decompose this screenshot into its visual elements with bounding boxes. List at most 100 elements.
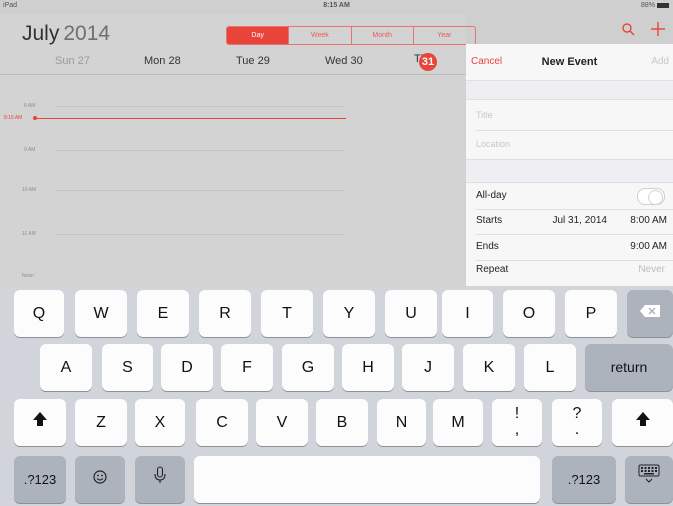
tab-week[interactable]: Week: [288, 27, 350, 44]
dictation-key[interactable]: [135, 456, 185, 503]
section-gap: [466, 81, 673, 99]
tab-day[interactable]: Day: [227, 27, 289, 44]
current-time-line: [36, 118, 346, 119]
new-event-popover: Cancel New Event Add Title Location All-…: [466, 44, 673, 286]
keyboard-hide-icon: [638, 456, 660, 503]
hide-keyboard-key[interactable]: [625, 456, 673, 503]
key-g[interactable]: G: [282, 344, 334, 391]
new-event-title: New Event: [541, 56, 598, 68]
key-l[interactable]: L: [524, 344, 576, 391]
day-mon[interactable]: Mon 28: [144, 55, 181, 67]
tab-month[interactable]: Month: [350, 27, 413, 44]
key-h[interactable]: H: [342, 344, 394, 391]
shift-key-right[interactable]: [612, 399, 673, 446]
add-button[interactable]: Add: [651, 56, 669, 67]
shift-icon: [32, 399, 48, 446]
key-e[interactable]: E: [137, 290, 189, 337]
plus-icon[interactable]: [651, 22, 665, 40]
allday-toggle[interactable]: [637, 188, 665, 205]
numbers-key-right[interactable]: .?123: [552, 456, 616, 503]
key-d[interactable]: D: [161, 344, 213, 391]
key-f[interactable]: F: [221, 344, 273, 391]
emoji-key[interactable]: [75, 456, 125, 503]
toggle-knob: [648, 190, 663, 205]
starts-label: Starts: [476, 215, 503, 226]
hour-label: 9 AM: [24, 147, 36, 153]
tab-year[interactable]: Year: [412, 27, 475, 44]
key-w[interactable]: W: [75, 290, 127, 337]
key-q[interactable]: Q: [14, 290, 64, 337]
divider: [466, 182, 673, 183]
battery-icon: [657, 2, 669, 8]
key-a[interactable]: A: [40, 344, 92, 391]
key-b[interactable]: B: [316, 399, 368, 446]
key-t[interactable]: T: [261, 290, 313, 337]
location-field[interactable]: Location: [476, 139, 510, 149]
divider: [476, 234, 673, 235]
key-v[interactable]: V: [256, 399, 308, 446]
starts-date[interactable]: Jul 31, 2014: [553, 215, 608, 226]
key-m[interactable]: M: [433, 399, 483, 446]
top-toolbar: [610, 22, 665, 40]
key-c[interactable]: C: [196, 399, 248, 446]
onscreen-keyboard: Q W E R T Y U I O P A S D F G H J K L re…: [0, 286, 673, 506]
repeat-value[interactable]: Never: [638, 264, 665, 275]
emoji-icon: [93, 456, 107, 503]
title-field[interactable]: Title: [476, 110, 493, 120]
hour-line: [55, 106, 345, 107]
key-bottom-char: ,: [514, 421, 520, 438]
key-top-char: !: [514, 405, 520, 422]
key-y[interactable]: Y: [323, 290, 375, 337]
delete-icon: [639, 290, 661, 337]
ends-label: Ends: [476, 241, 499, 252]
search-icon[interactable]: [622, 23, 639, 40]
day-wed[interactable]: Wed 30: [325, 55, 363, 67]
key-top-char: ?: [572, 405, 582, 422]
delete-key[interactable]: [627, 290, 673, 337]
key-i[interactable]: I: [442, 290, 493, 337]
current-time-label: 8:15 AM: [4, 115, 23, 121]
key-p[interactable]: P: [565, 290, 617, 337]
question-period-key[interactable]: ? .: [552, 399, 602, 446]
year-label: 2014: [63, 22, 111, 45]
battery-indicator: 88%: [641, 2, 669, 9]
exclamation-comma-key[interactable]: ! ,: [492, 399, 542, 446]
week-strip: Sun 27 Mon 28 Tue 29 Wed 30 Thu31: [0, 53, 466, 71]
calendar-day-view: July 2014 Day Week Month Year Sun 27 Mon …: [0, 14, 476, 286]
hour-label: 8 AM: [24, 103, 36, 109]
hour-line: [55, 190, 345, 191]
starts-time[interactable]: 8:00 AM: [630, 215, 667, 226]
repeat-label: Repeat: [476, 264, 509, 275]
divider: [476, 130, 673, 131]
shift-key-left[interactable]: [14, 399, 66, 446]
day-tue[interactable]: Tue 29: [236, 55, 270, 67]
ends-time[interactable]: 9:00 AM: [630, 241, 667, 252]
key-u[interactable]: U: [385, 290, 437, 337]
space-bar[interactable]: [194, 456, 540, 503]
day-sun[interactable]: Sun 27: [55, 55, 90, 67]
status-time: 8:15 AM: [323, 2, 350, 9]
key-j[interactable]: J: [402, 344, 454, 391]
section-gap: [466, 160, 673, 182]
key-n[interactable]: N: [377, 399, 426, 446]
key-s[interactable]: S: [102, 344, 153, 391]
allday-label: All-day: [476, 190, 507, 201]
divider: [476, 260, 673, 261]
battery-percent: 88%: [640, 2, 655, 9]
month-year-title[interactable]: July 2014: [22, 22, 110, 46]
key-k[interactable]: K: [463, 344, 515, 391]
view-segmented-control: Day Week Month Year: [226, 26, 476, 45]
numbers-key-left[interactable]: .?123: [14, 456, 66, 503]
key-r[interactable]: R: [199, 290, 251, 337]
return-key[interactable]: return: [585, 344, 673, 391]
header-divider: [0, 74, 466, 75]
key-x[interactable]: X: [135, 399, 185, 446]
hour-label: 10 AM: [22, 187, 37, 193]
hour-line: [55, 234, 345, 235]
shift-icon: [635, 399, 651, 446]
key-z[interactable]: Z: [75, 399, 127, 446]
microphone-icon: [154, 456, 166, 503]
key-o[interactable]: O: [503, 290, 555, 337]
hour-label: 11 AM: [22, 231, 36, 237]
month-label: July: [22, 22, 60, 45]
